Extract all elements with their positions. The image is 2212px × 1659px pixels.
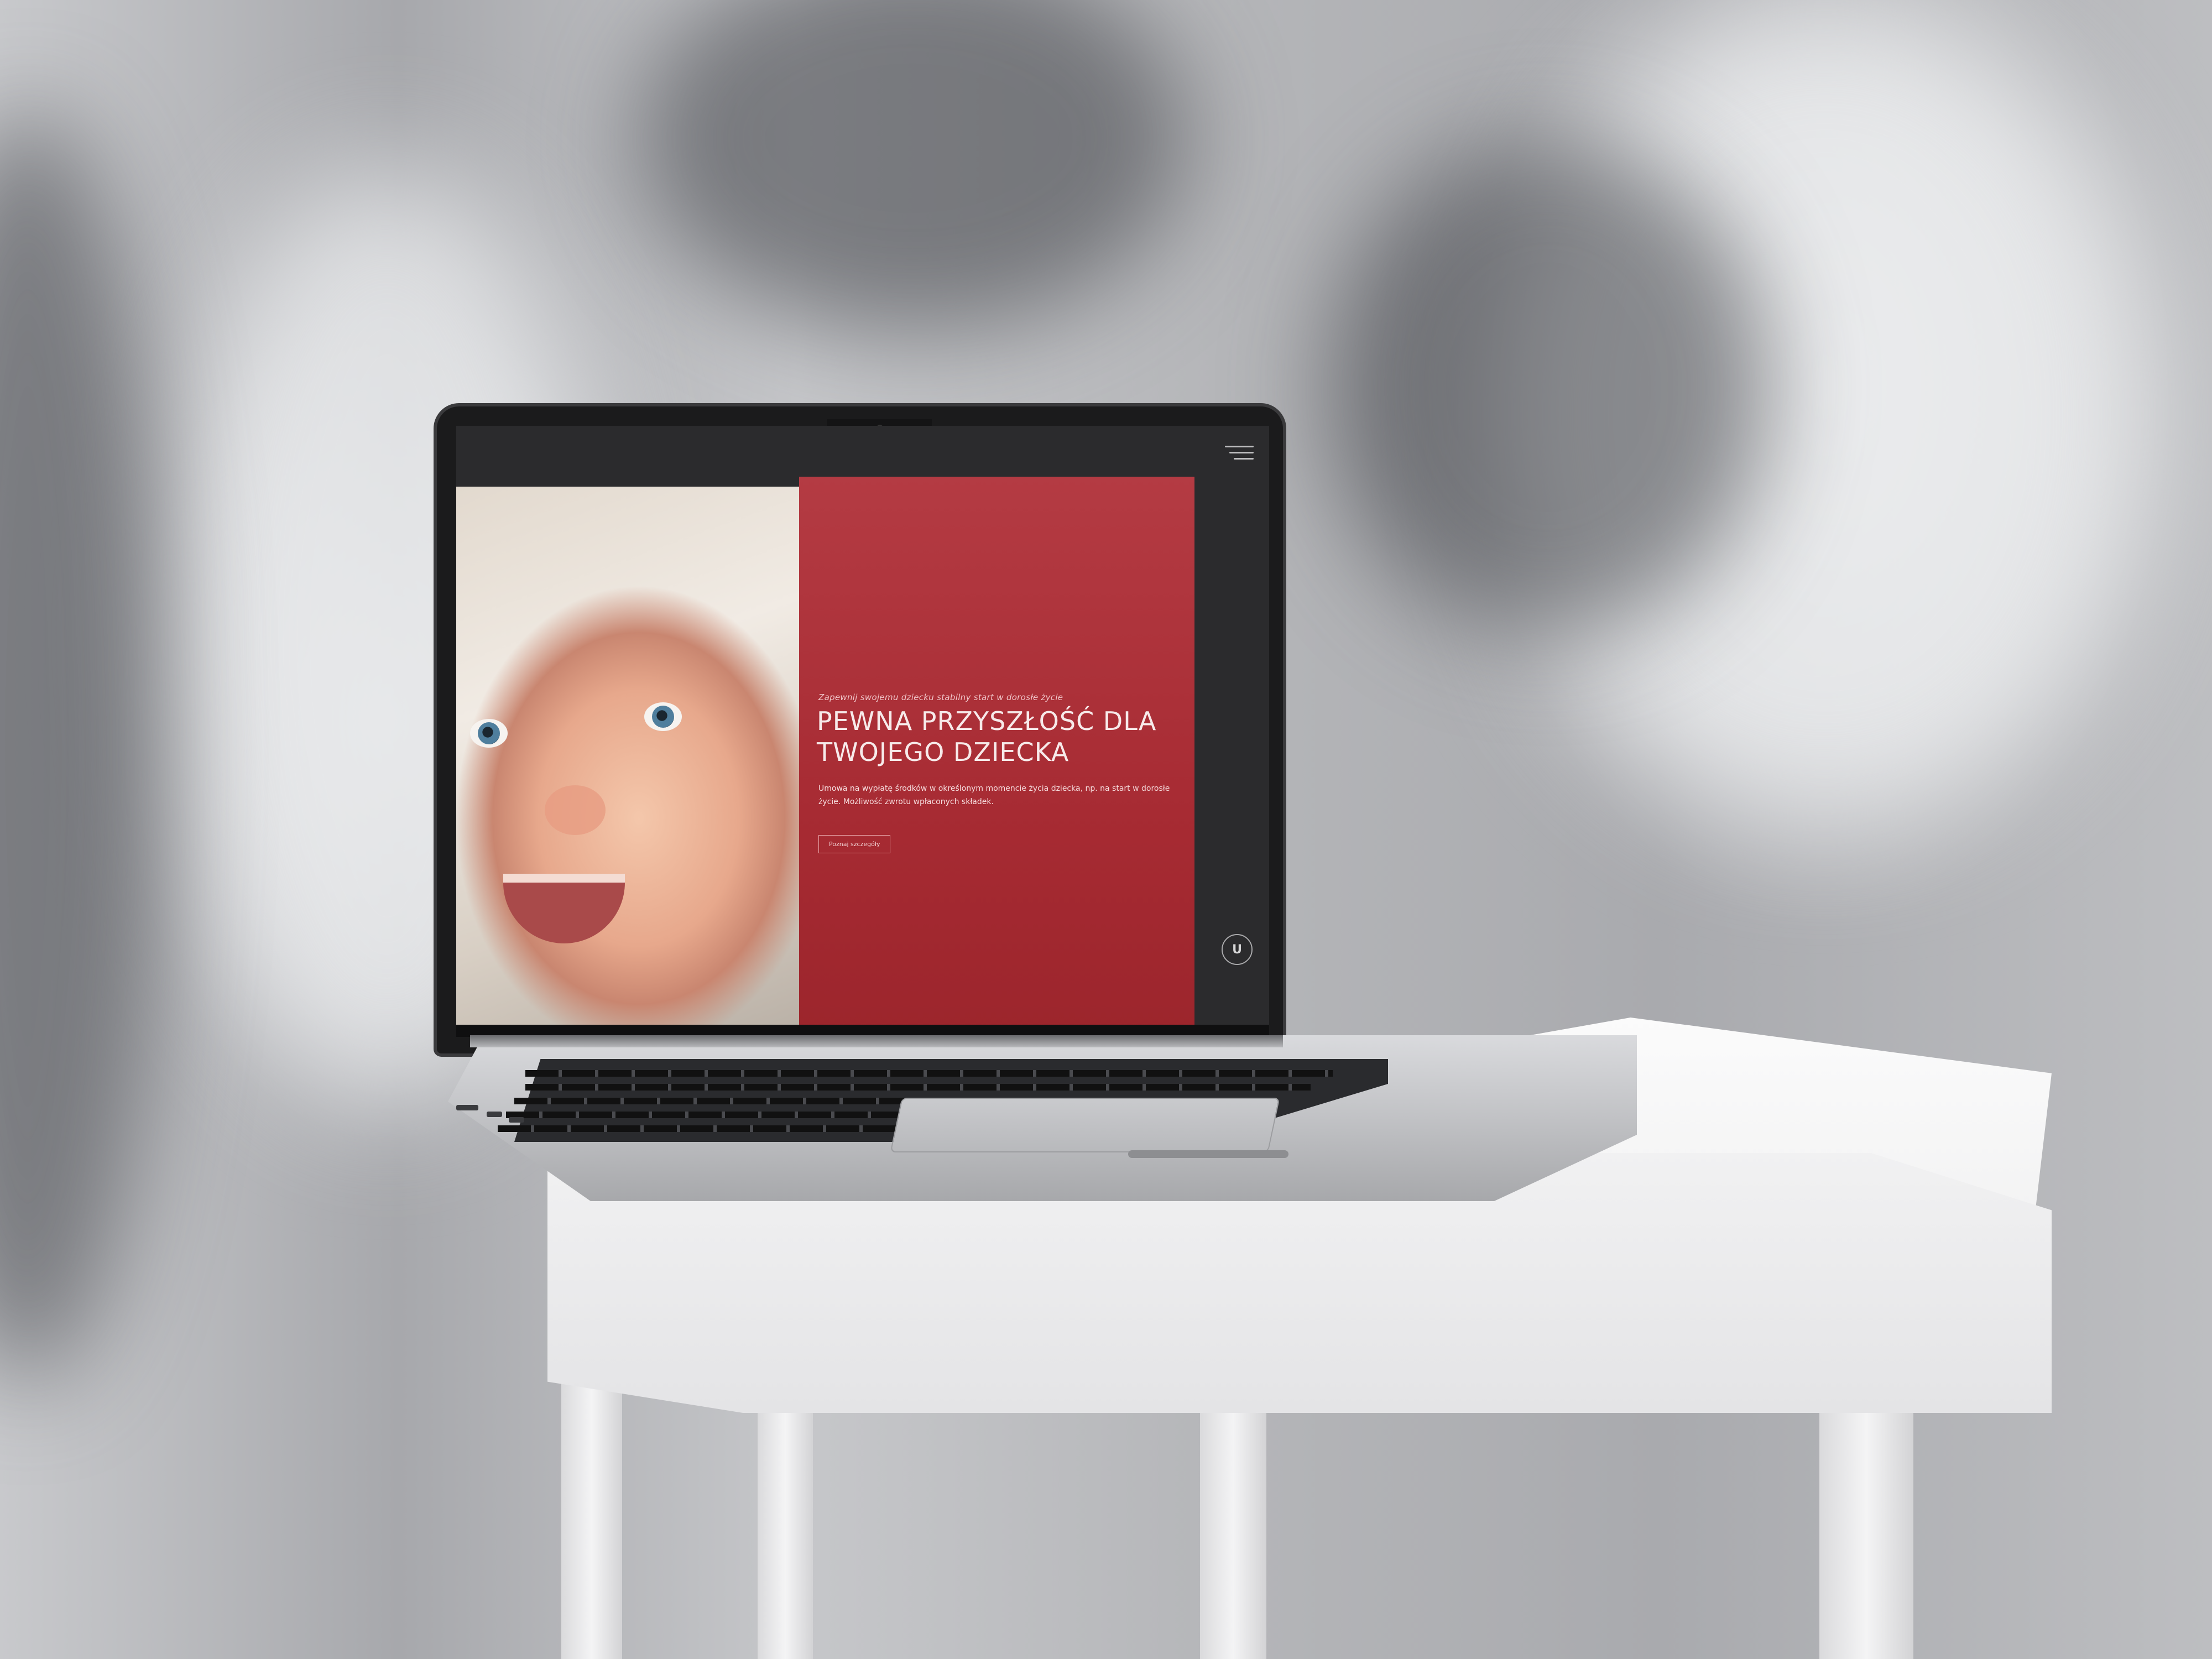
key-row [525, 1070, 1333, 1077]
hero-panel: Zapewnij swojemu dziecku stabilny start … [799, 477, 1194, 1035]
hero-description: Umowa na wypłatę środków w określonym mo… [818, 784, 1170, 806]
baby-photo [456, 487, 799, 1034]
port-icon [487, 1112, 502, 1117]
baby-smile [503, 874, 625, 943]
baby-eye [470, 719, 508, 748]
baby-nose [545, 785, 606, 835]
baby-eye [644, 702, 682, 731]
table-leg [1200, 1383, 1266, 1659]
laptop-screen: Zapewnij swojemu dziecku stabilny start … [456, 426, 1269, 1037]
laptop-hinge [470, 1035, 1283, 1047]
site-logo[interactable]: U [1222, 934, 1253, 965]
wall-shadow [1327, 138, 1770, 636]
laptop-front-notch [1128, 1150, 1288, 1158]
hero-tagline: Zapewnij swojemu dziecku stabilny start … [818, 692, 1063, 702]
hamburger-menu-icon[interactable] [1220, 441, 1254, 463]
hero-title: PEWNA PRZYSZŁOŚĆ DLA TWOJEGO DZIECKA [817, 706, 1157, 767]
key-row [525, 1084, 1311, 1091]
port-icon [456, 1105, 478, 1110]
port-icon [509, 1117, 524, 1123]
trackpad[interactable] [890, 1098, 1280, 1152]
details-button[interactable]: Poznaj szczegóły [818, 835, 891, 853]
